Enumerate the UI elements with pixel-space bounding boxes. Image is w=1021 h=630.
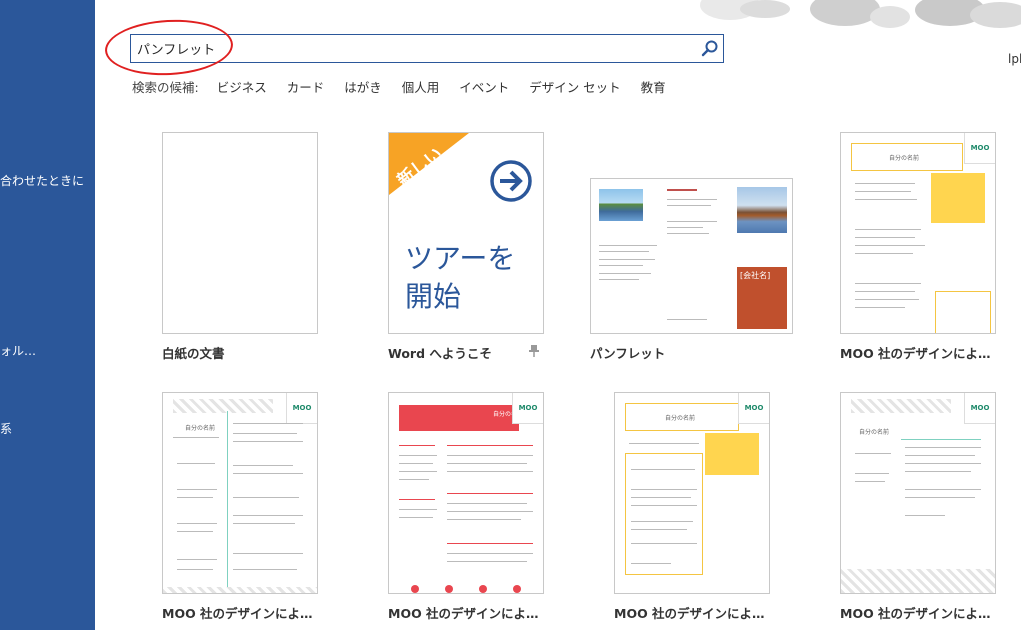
- pin-icon[interactable]: [528, 343, 540, 362]
- template-search-box: [130, 34, 724, 63]
- template-caption: Word へようこそ: [388, 346, 492, 361]
- account-name-partial[interactable]: lpl: [1008, 52, 1021, 66]
- lake-image: [599, 189, 643, 221]
- suggestion-design-set[interactable]: デザイン セット: [529, 80, 620, 95]
- resume-name: 自分の名前: [185, 425, 216, 432]
- resume-name: 自分の名前: [859, 429, 890, 436]
- moo-logo-icon: MOO: [512, 393, 543, 424]
- suggestion-education[interactable]: 教育: [641, 80, 666, 95]
- template-moo-resume-2[interactable]: MOO 自分の名前: [162, 392, 318, 594]
- search-suggestions: 検索の候補: ビジネス カード はがき 個人用 イベント デザイン セット 教育: [132, 77, 682, 96]
- template-moo-resume-5[interactable]: MOO 自分の名前: [840, 392, 996, 594]
- suggestions-label: 検索の候補:: [132, 80, 199, 95]
- moo-logo-icon: MOO: [738, 393, 769, 424]
- template-moo-resume-3[interactable]: 自分の名前 MOO: [388, 392, 544, 594]
- resume-name: 自分の名前: [665, 415, 696, 422]
- moo-logo-icon: MOO: [286, 393, 317, 424]
- template-caption: MOO 社のデザインによ…: [388, 606, 539, 621]
- template-caption: パンフレット: [590, 346, 666, 361]
- company-panel: [会社名]: [737, 267, 787, 329]
- tour-text-line-2: 開始: [405, 280, 462, 313]
- template-caption: MOO 社のデザインによ…: [840, 606, 991, 621]
- template-welcome-tour[interactable]: 新しい ツアーを 開始: [388, 132, 544, 334]
- sidebar: 合わせたときに ォル… 系: [0, 0, 95, 630]
- suggestion-business[interactable]: ビジネス: [217, 80, 267, 95]
- suggestion-postcard[interactable]: はがき: [344, 80, 382, 95]
- template-moo-resume-1[interactable]: 自分の名前 MOO: [840, 132, 996, 334]
- sidebar-item-partial-1[interactable]: 合わせたときに: [0, 172, 84, 189]
- template-caption: MOO 社のデザインによ…: [840, 346, 991, 361]
- suggestion-event[interactable]: イベント: [459, 80, 509, 95]
- template-caption: MOO 社のデザインによ…: [162, 606, 313, 621]
- moo-logo-icon: MOO: [964, 133, 995, 164]
- resume-name: 自分の名前: [889, 155, 920, 162]
- header-decoration: [700, 0, 1021, 45]
- company-name-placeholder: [会社名]: [740, 271, 771, 280]
- suggestion-personal[interactable]: 個人用: [402, 80, 440, 95]
- template-moo-resume-4[interactable]: 自分の名前 MOO: [614, 392, 770, 594]
- template-caption: MOO 社のデザインによ…: [614, 606, 765, 621]
- template-brochure[interactable]: [会社名]: [590, 178, 793, 334]
- template-blank-document[interactable]: [162, 132, 318, 334]
- boats-image: [737, 187, 787, 233]
- template-caption: 白紙の文書: [162, 346, 225, 361]
- arrow-right-circle-icon: [490, 160, 532, 202]
- search-icon[interactable]: [701, 39, 719, 58]
- sidebar-item-partial-3[interactable]: 系: [0, 420, 12, 437]
- moo-logo-icon: MOO: [964, 393, 995, 424]
- template-search-input[interactable]: [137, 38, 697, 58]
- tour-text-line-1: ツアーを: [405, 242, 516, 275]
- sidebar-item-partial-2[interactable]: ォル…: [0, 342, 36, 359]
- suggestion-card[interactable]: カード: [287, 80, 325, 95]
